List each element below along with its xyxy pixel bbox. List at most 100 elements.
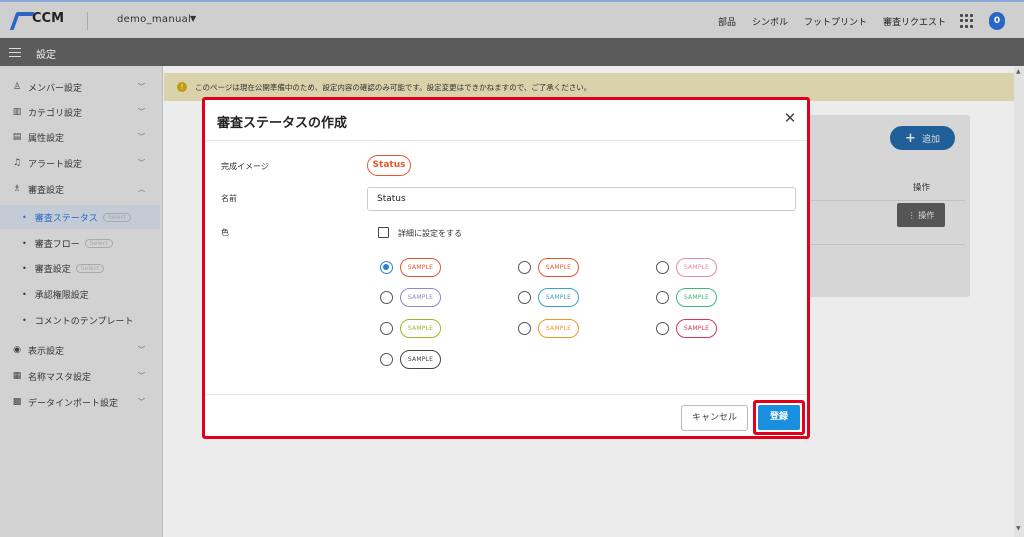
chevron-down-icon: ﹀ <box>138 133 145 141</box>
sidebar-item-label: データインポート設定 <box>28 398 119 409</box>
sidebar-item-members[interactable]: ♙ メンバー設定 ﹀ <box>0 75 163 99</box>
advanced-settings-checkbox[interactable] <box>378 227 389 238</box>
sidebar-item-review[interactable]: ♗ 審査設定 ︿ <box>0 177 163 201</box>
sidebar-item-data-import[interactable]: ▩ データインポート設定 ﹀ <box>0 390 163 414</box>
apps-grid-icon[interactable] <box>960 14 974 28</box>
color-radio[interactable] <box>656 291 669 304</box>
sidebar-item-label: 名称マスタ設定 <box>28 372 92 383</box>
select-badge: Select <box>75 263 105 273</box>
nav-symbols[interactable]: シンボル <box>752 15 788 28</box>
add-button[interactable]: + 追加 <box>890 126 955 150</box>
chevron-down-icon: ﹀ <box>138 372 145 380</box>
sidebar-item-label: メンバー設定 <box>28 83 83 94</box>
color-radio[interactable] <box>380 322 393 335</box>
color-radio[interactable] <box>656 261 669 274</box>
color-radio[interactable] <box>380 353 393 366</box>
logo-text: CCM <box>32 11 65 26</box>
sidebar-item-categories[interactable]: ▥ カテゴリ設定 ﹀ <box>0 100 163 124</box>
color-sample[interactable]: SAMPLE <box>538 258 579 277</box>
select-badge: Select <box>102 212 132 222</box>
sidebar-subitem-review-status[interactable]: • 審査ステータス Select <box>0 205 160 229</box>
menu-icon[interactable] <box>9 48 21 57</box>
bullet-icon: • <box>22 238 27 248</box>
sidebar-item-label: 表示設定 <box>28 346 65 357</box>
sidebar-item-label: カテゴリ設定 <box>28 108 83 119</box>
color-sample[interactable]: SAMPLE <box>400 258 441 277</box>
chevron-up-icon: ︿ <box>138 185 145 193</box>
bell-icon: ♫ <box>12 158 22 168</box>
color-radio[interactable] <box>518 322 531 335</box>
nav-review-requests[interactable]: 審査リクエスト <box>883 15 946 28</box>
create-status-dialog: 審査ステータスの作成 ✕ 完成イメージ Status 名前 Status 色 詳… <box>202 97 810 439</box>
bullet-icon: • <box>22 289 27 299</box>
table-divider <box>810 244 965 245</box>
register-button[interactable]: 登録 <box>758 405 800 430</box>
color-sample[interactable]: SAMPLE <box>676 288 717 307</box>
top-header: CCM demo_manual ▼ 部品 シンボル フットプリント 審査リクエス… <box>0 0 1024 38</box>
status-preview: Status <box>367 155 411 176</box>
chevron-down-icon: ﹀ <box>138 159 145 167</box>
sidebar-item-attributes[interactable]: ▤ 属性設定 ﹀ <box>0 125 163 149</box>
sidebar-subitem-label: 承認権限設定 <box>34 290 89 301</box>
color-sample[interactable]: SAMPLE <box>676 319 717 338</box>
dialog-header: 審査ステータスの作成 ✕ <box>205 100 807 141</box>
color-sample[interactable]: SAMPLE <box>538 319 579 338</box>
notice-text: このページは現在公開準備中のため、設定内容の確認のみ可能です。設定変更はできかね… <box>195 82 592 92</box>
user-avatar[interactable]: 0 <box>989 12 1005 30</box>
color-radio[interactable] <box>380 291 393 304</box>
nav-parts[interactable]: 部品 <box>718 15 736 28</box>
sidebar-subitem-approval[interactable]: • 承認権限設定 <box>0 282 160 306</box>
close-icon[interactable]: ✕ <box>782 110 798 126</box>
bullet-icon: • <box>22 315 27 325</box>
page-scrollbar[interactable] <box>1014 66 1024 537</box>
color-sample[interactable]: SAMPLE <box>400 288 441 307</box>
caret-down-icon[interactable]: ▼ <box>190 14 196 23</box>
preview-label: 完成イメージ <box>221 162 269 171</box>
attribute-icon: ▤ <box>12 132 22 142</box>
settings-bar: 設定 <box>0 38 1024 66</box>
color-label: 色 <box>221 228 229 237</box>
add-label: 追加 <box>921 134 940 145</box>
sidebar-item-name-master[interactable]: ▦ 名称マスタ設定 ﹀ <box>0 364 163 388</box>
color-sample[interactable]: SAMPLE <box>400 350 441 369</box>
submit-highlight: 登録 <box>753 400 805 435</box>
top-nav: 部品 シンボル フットプリント 審査リクエスト <box>718 15 946 28</box>
sidebar-subitem-review-settings[interactable]: • 審査設定 Select <box>0 256 160 280</box>
import-icon: ▩ <box>12 397 22 407</box>
sidebar-item-display[interactable]: ◉ 表示設定 ﹀ <box>0 338 163 362</box>
color-sample[interactable]: SAMPLE <box>538 288 579 307</box>
scroll-down-icon[interactable]: ▼ <box>1016 525 1021 532</box>
cancel-button[interactable]: キャンセル <box>681 405 748 431</box>
sidebar: ♙ メンバー設定 ﹀ ▥ カテゴリ設定 ﹀ ▤ 属性設定 ﹀ ♫ アラート設定 … <box>0 66 163 537</box>
color-radio[interactable] <box>380 261 393 274</box>
column-header-actions: 操作 <box>913 183 931 193</box>
master-icon: ▦ <box>12 371 22 381</box>
dialog-footer-divider <box>205 394 807 395</box>
color-radio[interactable] <box>518 291 531 304</box>
sidebar-subitem-review-flow[interactable]: • 審査フロー Select <box>0 231 160 255</box>
name-input[interactable]: Status <box>367 187 796 211</box>
sidebar-subitem-comment-templates[interactable]: • コメントのテンプレート <box>0 308 160 332</box>
chevron-down-icon: ﹀ <box>138 346 145 354</box>
list-icon: ▥ <box>12 107 22 117</box>
select-badge: Select <box>84 238 114 248</box>
table-divider <box>810 200 965 201</box>
actions-button[interactable]: ⋮ 操作 <box>897 203 945 227</box>
sidebar-item-label: アラート設定 <box>28 159 83 170</box>
eye-icon: ◉ <box>13 345 21 355</box>
nav-footprints[interactable]: フットプリント <box>804 15 867 28</box>
advanced-settings-label: 詳細に設定をする <box>398 229 462 238</box>
color-sample[interactable]: SAMPLE <box>676 258 717 277</box>
bullet-icon: • <box>22 212 27 222</box>
color-radio[interactable] <box>656 322 669 335</box>
project-selector[interactable]: demo_manual <box>117 14 191 25</box>
ccm-logo-icon <box>11 12 29 26</box>
dialog-title: 審査ステータスの作成 <box>217 116 348 131</box>
sidebar-subitem-label: 審査ステータス <box>34 213 98 224</box>
sidebar-subitem-label: コメントのテンプレート <box>34 316 134 327</box>
scroll-up-icon[interactable]: ▲ <box>1016 68 1021 75</box>
app-logo[interactable]: CCM <box>11 11 64 26</box>
color-radio[interactable] <box>518 261 531 274</box>
sidebar-item-alerts[interactable]: ♫ アラート設定 ﹀ <box>0 151 163 175</box>
color-sample[interactable]: SAMPLE <box>400 319 441 338</box>
